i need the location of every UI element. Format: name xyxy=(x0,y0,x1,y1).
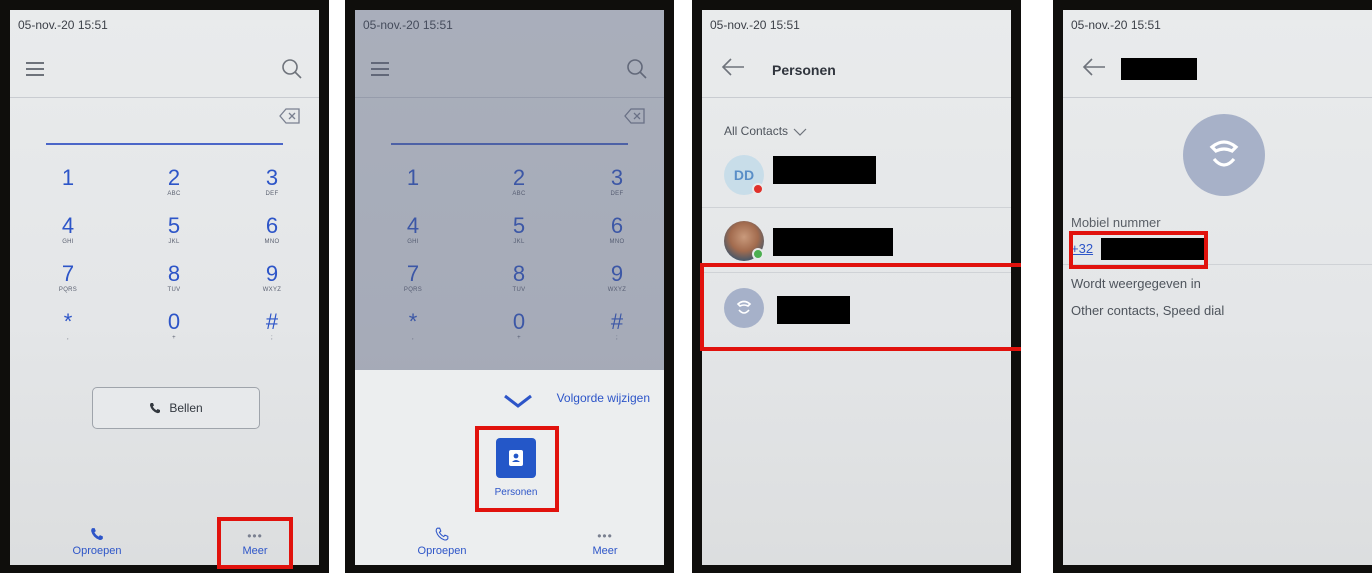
key-9[interactable]: 9 WXYZ xyxy=(232,262,312,294)
phone-icon xyxy=(150,403,161,414)
key-hash[interactable]: #; xyxy=(232,310,312,342)
screen: 05-nov.-20 15:51 1 2 ABC 3 DEF 4 GHI 5 JKL 6… xyxy=(10,10,319,565)
presence-busy-icon xyxy=(752,183,764,195)
nav-calls-label: Oproepen xyxy=(72,545,122,557)
highlight-box xyxy=(475,426,559,512)
key-star[interactable]: *, xyxy=(28,310,108,342)
app-bar xyxy=(1063,40,1372,98)
key-5[interactable]: 5 JKL xyxy=(134,214,214,246)
nav-calls[interactable]: Oproepen xyxy=(397,527,487,557)
screen: 05-nov.-20 15:51 Mobiel nummer +32 Wordt… xyxy=(1063,10,1372,565)
contact-avatar xyxy=(1183,114,1265,196)
bottom-nav: Oproepen ••• Meer xyxy=(355,507,664,565)
keypad: 1 2 ABC 3 DEF 4 GHI 5 JKL 6 MNO 7 PQRS 8 TUV 9W… xyxy=(10,162,319,362)
chevron-down-icon[interactable] xyxy=(503,394,533,408)
presence-available-icon xyxy=(752,248,764,260)
contact-placeholder-icon xyxy=(1209,140,1239,167)
chevron-down-icon xyxy=(793,128,807,136)
app-bar xyxy=(10,40,319,98)
contacts-filter-dropdown[interactable]: All Contacts xyxy=(724,124,807,138)
shown-in-label: Wordt weergegeven in xyxy=(1071,276,1201,291)
search-icon[interactable] xyxy=(281,58,303,80)
status-time: 05-nov.-20 15:51 xyxy=(18,18,108,32)
dim-overlay[interactable] xyxy=(355,10,664,370)
phone-panel-contact-detail: 05-nov.-20 15:51 Mobiel nummer +32 Wordt… xyxy=(1053,0,1372,573)
phone-icon xyxy=(91,528,103,540)
status-time: 05-nov.-20 15:51 xyxy=(1071,18,1161,32)
nav-calls-label: Oproepen xyxy=(417,545,467,557)
redacted-title xyxy=(1121,58,1197,80)
nav-more[interactable]: ••• Meer xyxy=(560,529,650,557)
page-title: Personen xyxy=(772,62,836,78)
key-2[interactable]: 2 ABC xyxy=(134,166,214,198)
number-entry-underline[interactable] xyxy=(46,143,283,145)
key-7[interactable]: 7 PQRS xyxy=(28,262,108,294)
phone-panel-people: 05-nov.-20 15:51 Personen All Contacts D… xyxy=(692,0,1021,573)
key-1[interactable]: 1 xyxy=(28,166,108,198)
phone-icon xyxy=(435,527,449,541)
nav-calls[interactable]: Oproepen xyxy=(52,527,142,557)
key-0[interactable]: 0 + xyxy=(134,310,214,342)
call-button[interactable]: Bellen xyxy=(92,387,260,429)
nav-more-label: Meer xyxy=(592,545,618,557)
back-arrow-icon[interactable] xyxy=(1081,56,1107,78)
contacts-filter-label: All Contacts xyxy=(724,124,789,138)
phone-panel-dialer: 05-nov.-20 15:51 1 2 ABC 3 DEF 4 GHI 5 JKL 6… xyxy=(0,0,329,573)
menu-icon[interactable] xyxy=(26,62,44,76)
redacted-name xyxy=(773,156,876,184)
reorder-link[interactable]: Volgorde wijzigen xyxy=(557,391,650,405)
key-4[interactable]: 4 GHI xyxy=(28,214,108,246)
more-dots-icon: ••• xyxy=(597,529,613,543)
phone-panel-more: 05-nov.-20 15:51 1 2 ABC 3 DEF 4 GHI 5 JKL 6… xyxy=(345,0,674,573)
contact-row[interactable]: DD xyxy=(702,144,1011,206)
app-bar: Personen xyxy=(702,40,1011,98)
highlight-box xyxy=(1069,231,1208,269)
call-button-label: Bellen xyxy=(169,401,203,415)
backspace-icon[interactable] xyxy=(279,107,301,125)
key-6[interactable]: 6 MNO xyxy=(232,214,312,246)
divider xyxy=(702,207,1011,208)
highlight-box xyxy=(217,517,293,569)
highlight-box xyxy=(700,263,1021,351)
mobile-number-label: Mobiel nummer xyxy=(1071,215,1161,230)
status-time: 05-nov.-20 15:51 xyxy=(710,18,800,32)
back-arrow-icon[interactable] xyxy=(720,56,746,78)
redacted-name xyxy=(773,228,893,256)
key-8[interactable]: 8 TUV xyxy=(134,262,214,294)
key-3[interactable]: 3 DEF xyxy=(232,166,312,198)
shown-in-value: Other contacts, Speed dial xyxy=(1071,303,1225,318)
